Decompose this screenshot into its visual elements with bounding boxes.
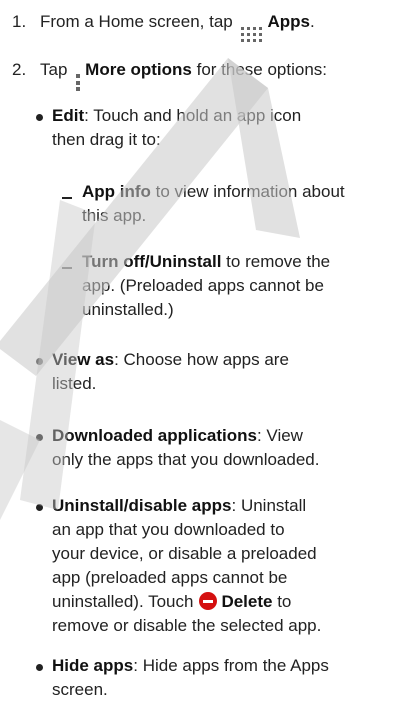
bullet-dot-edit (36, 114, 43, 121)
step-1-apps-label: Apps (267, 12, 310, 31)
downloaded-text-2: only the apps that you downloaded. (52, 450, 320, 469)
bullet-dot-hide (36, 664, 43, 671)
help-document: 1. From a Home screen, tap Apps. 2. Tap … (0, 0, 414, 709)
edit-text-2: then drag it to: (52, 130, 161, 149)
uninstall-text-3: your device, or disable a preloaded (52, 544, 317, 563)
uninstall-text-5-after: to (272, 592, 292, 611)
bullet-dot-view-as (36, 358, 43, 365)
uninstall-text-4: app (preloaded apps cannot be (52, 568, 288, 587)
uninstall-text-6: remove or disable the selected app. (52, 616, 322, 635)
step-1-number: 1. (12, 12, 27, 31)
bullet-dot-uninstall (36, 504, 43, 511)
view-as-label: View as (52, 350, 115, 369)
step-2: 2. Tap More options for these options: (12, 58, 412, 91)
hide-apps-label: Hide apps (52, 656, 134, 675)
delete-icon (199, 592, 218, 610)
step-1: 1. From a Home screen, tap Apps. (12, 10, 412, 42)
edit-label: Edit (52, 106, 85, 125)
delete-label: Delete (221, 592, 273, 611)
turn-off-text-2: app. (Preloaded apps cannot be (82, 276, 324, 295)
hide-apps-text-1: : Hide apps from the Apps (133, 656, 329, 675)
step-2-text: Tap (40, 60, 68, 79)
bullet-downloaded-applications: Downloaded applications: View only the a… (52, 424, 412, 472)
step-1-period: . (309, 12, 315, 31)
uninstall-label: Uninstall/disable apps (52, 496, 232, 515)
step-2-number: 2. (12, 60, 27, 79)
bullet-hide-apps: Hide apps: Hide apps from the Apps scree… (52, 654, 412, 702)
sub-app-info: App info to view information about this … (82, 180, 412, 228)
bullet-dot-downloaded (36, 434, 43, 441)
step-2-text-after: for these options: (191, 60, 328, 79)
app-info-text-2: this app. (82, 206, 147, 225)
downloaded-label: Downloaded applications (52, 426, 257, 445)
downloaded-text-1: : View (256, 426, 303, 445)
bullet-uninstall-disable: Uninstall/disable apps: Uninstall an app… (52, 494, 412, 638)
sub-turn-off-uninstall: Turn off/Uninstall to remove the app. (P… (82, 250, 412, 322)
step-1-text: From a Home screen, tap (40, 12, 233, 31)
bullet-view-as: View as: Choose how apps are listed. (52, 348, 412, 396)
uninstall-text-5: uninstalled). Touch (52, 592, 194, 611)
dash-turn-off (62, 267, 72, 269)
hide-apps-text-2: screen. (52, 680, 108, 699)
app-info-text-1: to view information about (150, 182, 345, 201)
view-as-text-2: listed. (52, 374, 97, 393)
turn-off-text-1: to remove the (221, 252, 331, 271)
step-2-more-options-label: More options (85, 60, 192, 79)
uninstall-text-2: an app that you downloaded to (52, 520, 285, 539)
view-as-text-1: : Choose how apps are (114, 350, 289, 369)
uninstall-text-1: : Uninstall (231, 496, 307, 515)
bullet-edit: Edit: Touch and hold an app icon then dr… (52, 104, 412, 152)
apps-grid-icon (241, 27, 263, 44)
more-options-icon (76, 74, 81, 91)
edit-text-1: : Touch and hold an app icon (84, 106, 302, 125)
app-info-label: App info (82, 182, 151, 201)
turn-off-label: Turn off/Uninstall (82, 252, 222, 271)
turn-off-text-3: uninstalled.) (82, 300, 174, 319)
dash-app-info (62, 197, 72, 199)
